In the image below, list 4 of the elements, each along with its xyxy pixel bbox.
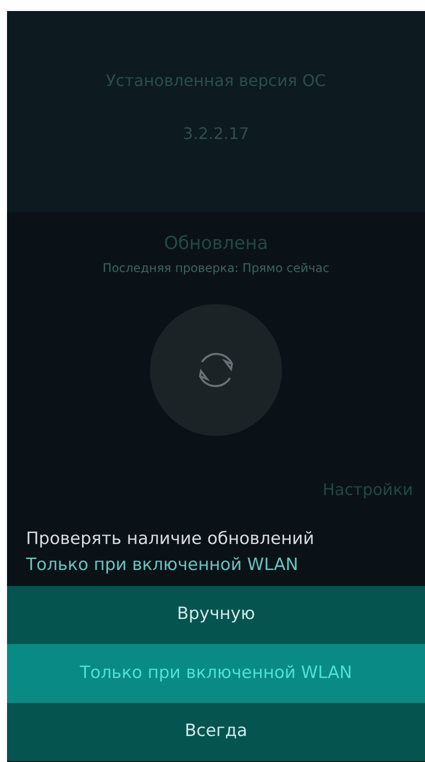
update-check-combo[interactable]: Проверять наличие обновлений Только при включенной WLAN xyxy=(7,527,425,578)
status-subtitle: Последняя проверка: Прямо сейчас xyxy=(102,260,330,277)
menu-item[interactable]: Вручную xyxy=(7,586,425,644)
menu-item[interactable]: Всегда xyxy=(7,703,425,761)
